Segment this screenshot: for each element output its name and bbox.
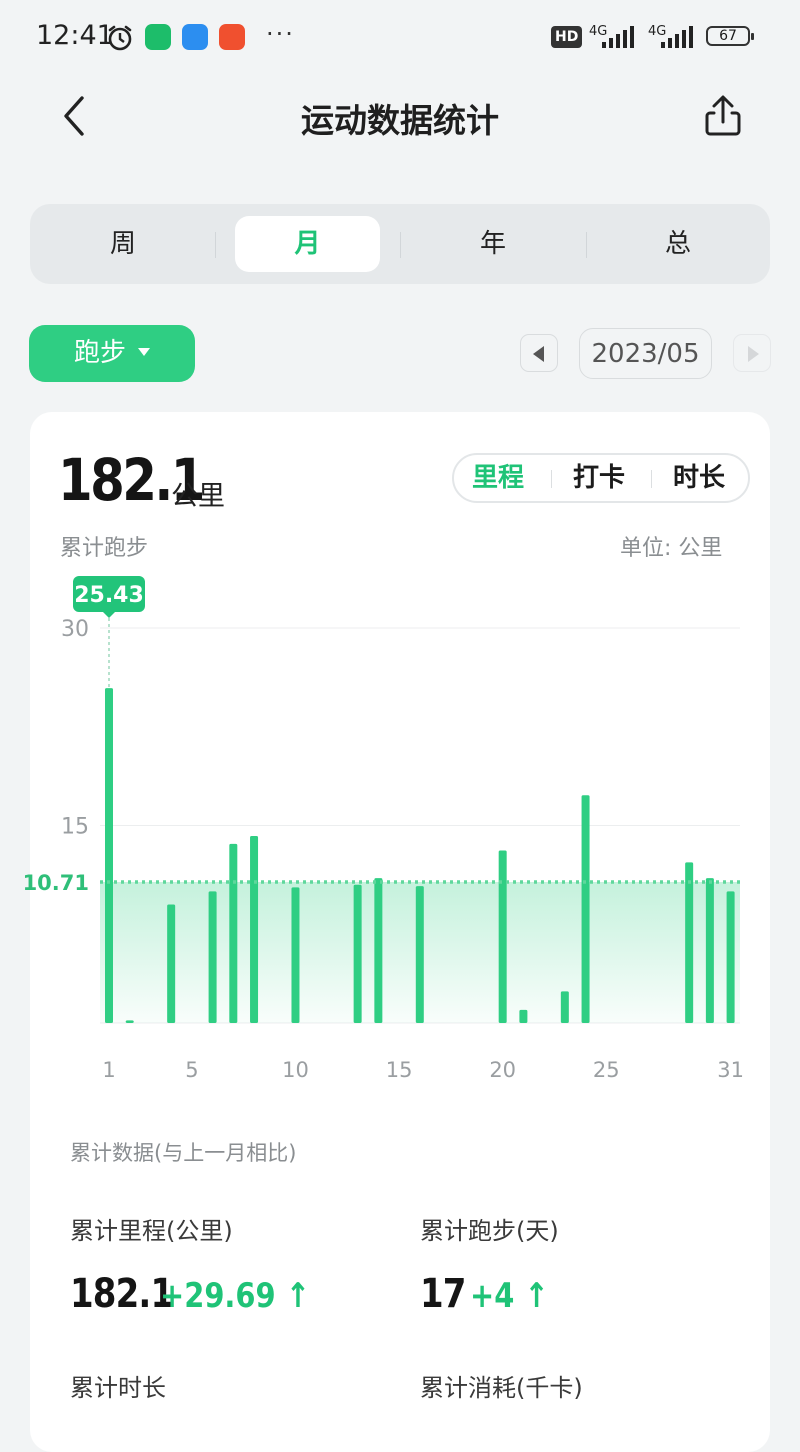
stat-label-days: 累计跑步(天) bbox=[420, 1217, 559, 1245]
highlight-tooltip-pointer bbox=[103, 612, 115, 618]
tab-week[interactable]: 周 bbox=[30, 216, 216, 272]
chart-bar bbox=[685, 862, 694, 1023]
x-tick-label: 31 bbox=[717, 1058, 744, 1082]
stat-label-duration: 累计时长 bbox=[70, 1374, 166, 1402]
chart-bar bbox=[560, 991, 569, 1023]
chart-bar bbox=[208, 891, 217, 1023]
battery-level: 67 bbox=[719, 28, 737, 44]
x-tick-label: 10 bbox=[282, 1058, 309, 1082]
stats-title: 累计数据(与上一月相比) bbox=[70, 1141, 297, 1165]
highlight-tooltip-label: 25.43 bbox=[74, 583, 144, 608]
hd-badge-text: HD bbox=[555, 29, 579, 45]
chart-bar bbox=[498, 850, 507, 1023]
chart-bar bbox=[291, 887, 300, 1023]
stat-value-distance: 182.1 bbox=[70, 1271, 174, 1317]
status-time: 12:41 bbox=[36, 20, 114, 51]
metric-tab-duration[interactable]: 时长 bbox=[673, 455, 725, 501]
chart-bar bbox=[250, 836, 259, 1023]
chart-bar bbox=[353, 884, 362, 1023]
taobao-notification-icon bbox=[219, 24, 245, 50]
metric-tab-checkin[interactable]: 打卡 bbox=[573, 455, 625, 501]
x-tick-label: 15 bbox=[386, 1058, 413, 1082]
chart-bar bbox=[167, 904, 176, 1023]
metric-divider bbox=[551, 470, 552, 488]
total-distance-unit: 公里 bbox=[171, 481, 225, 512]
stat-label-distance: 累计里程(公里) bbox=[70, 1217, 233, 1245]
chart-bar bbox=[105, 688, 113, 1023]
stat-label-calories: 累计消耗(千卡) bbox=[420, 1374, 583, 1402]
x-tick-label: 20 bbox=[489, 1058, 516, 1082]
y-tick-label: 15 bbox=[61, 815, 89, 840]
x-tick-label: 25 bbox=[593, 1058, 620, 1082]
chart-bar bbox=[374, 878, 383, 1023]
chart-subtitle: 累计跑步 bbox=[60, 536, 149, 561]
chart-bar bbox=[726, 891, 735, 1023]
stat-delta-days: +4 ↑ bbox=[470, 1276, 549, 1316]
chart-bar bbox=[415, 886, 424, 1023]
tab-year[interactable]: 年 bbox=[400, 216, 586, 272]
x-tick-label: 5 bbox=[185, 1058, 198, 1082]
chart-bar bbox=[229, 843, 238, 1023]
alarm-icon bbox=[106, 24, 134, 56]
share-icon bbox=[705, 95, 741, 136]
metric-divider bbox=[651, 470, 652, 488]
sport-selector-dropdown[interactable]: 跑步 bbox=[29, 325, 195, 382]
triangle-left-icon bbox=[533, 346, 544, 362]
stat-value-days: 17 bbox=[420, 1271, 466, 1317]
x-tick-label: 1 bbox=[102, 1058, 115, 1082]
sport-selector-label: 跑步 bbox=[73, 338, 126, 368]
battery-icon: 67 bbox=[706, 26, 754, 46]
period-tabs: 周 月 年 总 bbox=[30, 204, 770, 284]
prev-month-button[interactable] bbox=[520, 334, 558, 372]
chart-bar bbox=[581, 795, 590, 1023]
hd-badge: HD bbox=[551, 26, 583, 48]
month-display[interactable]: 2023/05 bbox=[579, 328, 712, 379]
chart-bar bbox=[705, 878, 714, 1023]
average-label: 10.71 bbox=[23, 871, 89, 895]
chart-unit-label: 单位: 公里 bbox=[620, 536, 723, 561]
stat-delta-distance: +29.69 ↑ bbox=[160, 1276, 310, 1316]
triangle-right-icon bbox=[748, 346, 759, 362]
metric-tab-distance[interactable]: 里程 bbox=[472, 455, 524, 501]
tab-divider bbox=[215, 232, 216, 258]
metric-switch: 里程 打卡 时长 bbox=[452, 453, 750, 503]
tab-total[interactable]: 总 bbox=[586, 216, 770, 272]
signal-icon-2 bbox=[659, 26, 695, 54]
chart-bar bbox=[519, 1009, 528, 1023]
signal-icon-1 bbox=[600, 26, 636, 54]
chart-bar bbox=[125, 1020, 134, 1023]
next-month-button[interactable] bbox=[733, 334, 771, 372]
tab-month[interactable]: 月 bbox=[235, 216, 380, 272]
app-notification-icon bbox=[145, 24, 171, 50]
page-title: 运动数据统计 bbox=[301, 101, 499, 140]
daily-distance-chart: 301510.7125.431 5 10 15 20 25 31 bbox=[23, 576, 744, 1082]
message-notification-icon bbox=[182, 24, 208, 50]
more-notifications-icon: ··· bbox=[266, 20, 295, 48]
y-tick-label: 30 bbox=[61, 617, 89, 642]
share-button[interactable] bbox=[700, 92, 746, 140]
caret-down-icon bbox=[138, 347, 150, 356]
